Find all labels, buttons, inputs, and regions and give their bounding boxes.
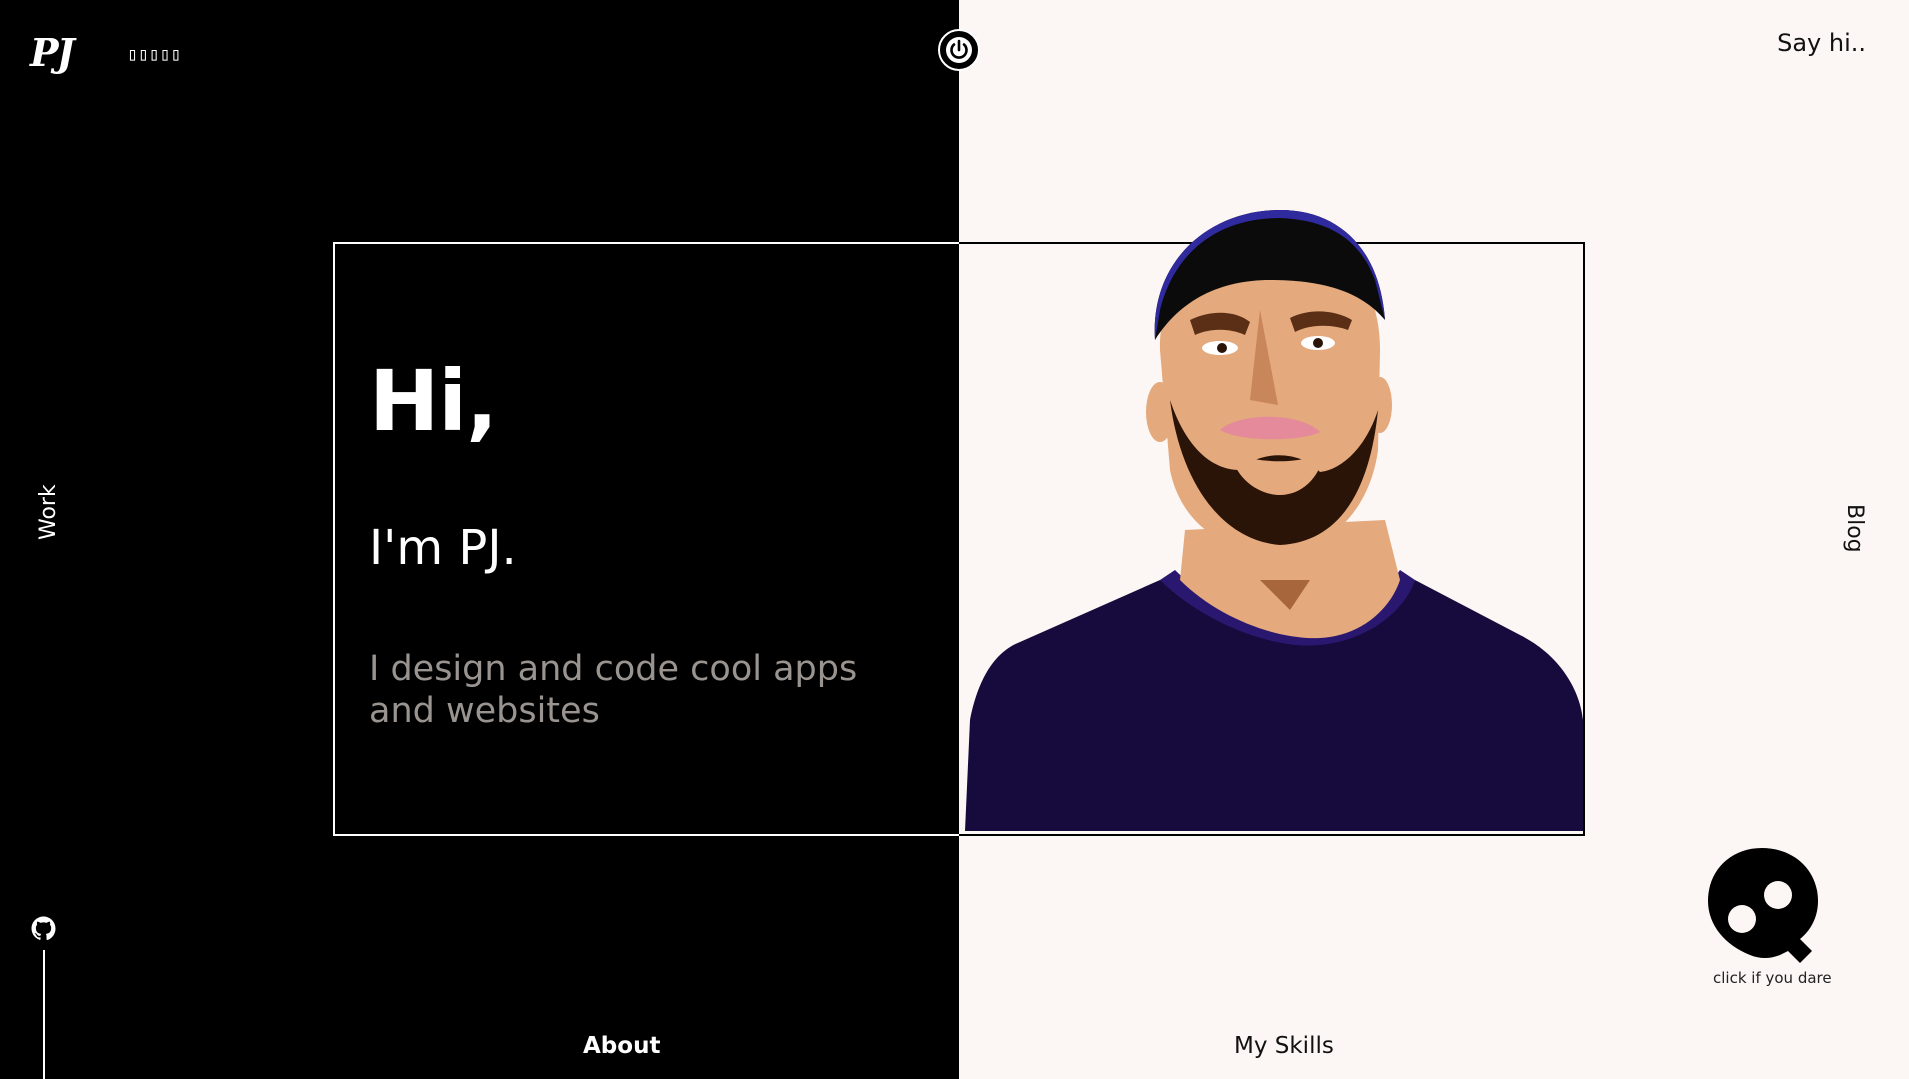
hero-name: I'm PJ. [369, 520, 517, 576]
blog-link[interactable]: Blog [1842, 504, 1867, 553]
language-toggle[interactable]: ▯▯▯▯▯ [127, 44, 181, 65]
about-link[interactable]: About [583, 1033, 660, 1059]
logo[interactable]: PJ [30, 30, 75, 75]
skull-icon[interactable] [1700, 843, 1830, 973]
github-icon [31, 916, 56, 941]
say-hi-link[interactable]: Say hi.. [1777, 29, 1866, 57]
theme-toggle-button[interactable] [938, 29, 980, 71]
skull-caption: click if you dare [1713, 969, 1832, 987]
power-icon [946, 37, 972, 63]
portrait-illustration [965, 210, 1583, 831]
skills-link[interactable]: My Skills [1234, 1033, 1334, 1059]
work-link[interactable]: Work [36, 484, 61, 540]
hero-card-left: Hi, I'm PJ. I design and code cool apps … [333, 242, 959, 836]
hero-greeting: Hi, [369, 352, 498, 450]
hero-tagline: I design and code cool apps and websites [369, 649, 858, 731]
github-link[interactable] [31, 916, 56, 941]
social-divider-line [43, 950, 45, 1079]
